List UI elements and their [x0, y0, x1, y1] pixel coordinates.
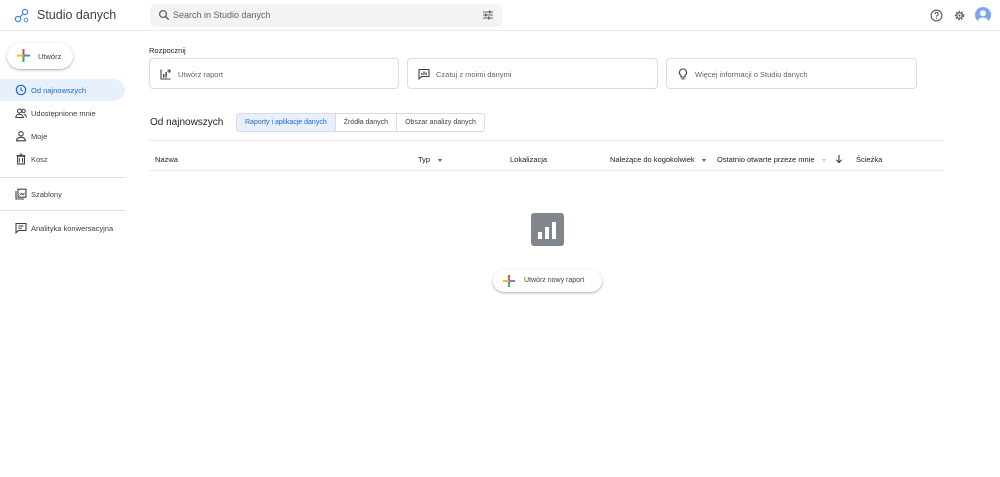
column-header-location[interactable]: Lokalizacja: [510, 155, 547, 164]
create-report-card[interactable]: Utwórz raport: [149, 58, 399, 89]
card-label: Czatuj z moimi danymi: [436, 70, 512, 79]
avatar-person-icon: [977, 10, 989, 23]
chat-analytics-icon: [15, 222, 27, 234]
sidebar-divider: [0, 210, 125, 211]
sidebar-item-templates[interactable]: Szablony: [0, 183, 125, 205]
column-header-type[interactable]: Typ: [418, 155, 443, 164]
recent-tabs: Raporty i aplikacje danych Źródła danych…: [236, 113, 485, 132]
top-header: Studio danych Search in Studio danych: [0, 0, 1000, 31]
create-button[interactable]: Utwórz: [7, 43, 73, 69]
column-header-label: Typ: [418, 155, 431, 164]
learn-more-card[interactable]: Więcej informacji o Studiu danych: [666, 58, 917, 89]
column-header-path[interactable]: Ścieżka: [856, 155, 882, 164]
column-header-owner[interactable]: Należące do kogokolwiek: [610, 155, 706, 164]
sidebar-divider: [0, 177, 125, 178]
sidebar-item-label: Szablony: [31, 190, 62, 199]
search-bar[interactable]: Search in Studio danych: [150, 4, 502, 27]
sidebar-item-conversational-analytics[interactable]: Analityka konwersacyjna: [0, 217, 125, 239]
dropdown-caret-icon: [438, 158, 443, 162]
sidebar-item-label: Udostępnione mnie: [31, 109, 96, 118]
sidebar-item-mine[interactable]: Moje: [0, 125, 125, 147]
people-icon: [15, 108, 27, 119]
sidebar-item-recent[interactable]: Od najnowszych: [0, 79, 125, 101]
sort-descending-icon[interactable]: [835, 154, 843, 164]
sidebar-item-label: Analityka konwersacyjna: [31, 224, 114, 233]
create-button-label: Utwórz: [38, 52, 62, 61]
sidebar-item-shared[interactable]: Udostępnione mnie: [0, 102, 125, 124]
tab-data-sources[interactable]: Źródła danych: [336, 114, 398, 131]
column-header-last-opened[interactable]: Ostatnio otwarte przeze mnie: [717, 155, 826, 164]
tune-icon[interactable]: [482, 9, 494, 21]
column-header-name[interactable]: Nazwa: [155, 155, 178, 164]
column-header-label: Należące do kogokolwiek: [610, 155, 695, 164]
chat-data-icon: [418, 68, 430, 80]
table-top-divider: [149, 140, 944, 141]
person-icon: [16, 131, 26, 142]
create-new-report-label: Utwórz nowy raport: [524, 277, 585, 284]
search-icon: [158, 9, 170, 21]
plus-icon: [503, 275, 515, 287]
card-label: Więcej informacji o Studiu danych: [695, 70, 808, 79]
sidebar-item-label: Kosz: [31, 155, 48, 164]
dropdown-caret-icon: [821, 158, 826, 162]
templates-icon: [15, 188, 27, 200]
logo-icon[interactable]: [14, 8, 30, 24]
trash-icon: [16, 153, 26, 165]
tab-explorer[interactable]: Obszar analizy danych: [397, 114, 484, 131]
tab-reports[interactable]: Raporty i aplikacje danych: [237, 114, 336, 131]
avatar[interactable]: [975, 7, 991, 23]
clock-icon: [15, 84, 27, 96]
add-chart-icon: [160, 69, 172, 80]
search-input[interactable]: Search in Studio danych: [173, 10, 271, 20]
column-header-label: Ostatnio otwarte przeze mnie: [717, 155, 815, 164]
start-section-title: Rozpocznij: [149, 46, 186, 55]
recent-section-title: Od najnowszych: [150, 117, 224, 128]
card-label: Utwórz raport: [178, 70, 224, 79]
sidebar-item-label: Moje: [31, 132, 48, 141]
lightbulb-icon: [678, 68, 688, 80]
app-title[interactable]: Studio danych: [37, 8, 116, 22]
dropdown-caret-icon: [701, 158, 706, 162]
sidebar-item-trash[interactable]: Kosz: [0, 148, 125, 170]
gear-icon[interactable]: [953, 9, 966, 22]
plus-icon: [17, 49, 30, 62]
bar-chart-icon: [531, 213, 564, 246]
table-header-divider: [149, 170, 944, 171]
chat-with-data-card[interactable]: Czatuj z moimi danymi: [407, 58, 658, 89]
create-new-report-button[interactable]: Utwórz nowy raport: [493, 270, 602, 292]
sidebar-item-label: Od najnowszych: [31, 86, 87, 95]
help-icon[interactable]: [930, 9, 943, 22]
